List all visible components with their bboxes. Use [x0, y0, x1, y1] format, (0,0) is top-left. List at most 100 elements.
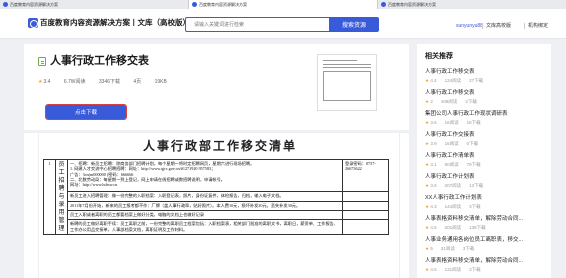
document-reads: 6.7W阅读 — [63, 79, 86, 85]
related-item-title[interactable]: XX人事行政工作计划表 — [425, 194, 482, 202]
table-row: 1 员工招聘与录用管理 一、招聘：新员工招聘：除商务部门招聘计划，每个星期一将时… — [43, 158, 389, 236]
document-meta: ★3.4 6.7W阅读 3346下载 4页 19KB — [38, 78, 179, 86]
item-reads: 144阅读 — [444, 204, 462, 209]
rating-star-icon: ★ — [425, 225, 430, 230]
document-downloads: 3346下载 — [98, 79, 121, 85]
browser-tab-3[interactable]: 百度教育内容资源解决方案 — [378, 0, 566, 9]
item-reads: 16阅读 — [444, 120, 459, 125]
related-item[interactable]: 人事行政工作清单表 ★ 3.1 80阅读 79下载 — [425, 152, 547, 172]
item-downloads: 2下载 — [465, 99, 477, 104]
item-rating: 4.5 — [430, 225, 437, 230]
search-input[interactable] — [185, 17, 329, 32]
rating-star-icon: ★ — [425, 141, 430, 146]
note-cell — [342, 191, 389, 202]
item-reads: 124阅读 — [444, 78, 462, 83]
related-item-title[interactable]: 人事行政工作清单表 — [425, 152, 475, 160]
related-item[interactable]: 人事行政工作计划表 ★ 3.6 207阅读 13下载 — [425, 173, 547, 193]
download-button[interactable]: 点击下载 — [44, 103, 128, 121]
institution-bind-link[interactable]: 机构绑定 — [528, 22, 548, 30]
rating-star-icon: ★ — [425, 162, 430, 167]
rating-star-icon: ★ — [425, 246, 430, 251]
related-item-title[interactable]: 人事表格资料移交清单，解除劳动合同... — [425, 257, 523, 265]
browser-tab-1[interactable]: 百度教育内容资源解决方案 — [0, 0, 188, 9]
table-row: 新聘的员工做好离职手续：员工离职之前，一份完整的离职员工档案包括：入职档案表，相… — [44, 219, 389, 236]
item-rating: 4.4 — [430, 78, 437, 83]
rating-star-icon: ★ — [425, 78, 430, 83]
tab-favicon-icon — [192, 2, 197, 7]
note-cell — [342, 200, 389, 211]
browser-tab-2[interactable]: 百度教育内容资源解决方案 — [188, 0, 378, 9]
related-item[interactable]: 人事业务通用各岗位员工离职表，移交... ★ 5 31阅读 3下载 — [425, 236, 547, 256]
document-pages: 4页 — [133, 79, 142, 85]
item-downloads: 16下载 — [466, 120, 481, 125]
item-downloads: 3下载 — [462, 246, 475, 251]
nav-divider — [524, 23, 525, 29]
nav-divider — [482, 23, 483, 29]
item-rating: 4.5 — [430, 267, 437, 272]
note-cell: 登录密码：0757-26673622 — [342, 158, 389, 193]
item-downloads: 0下载 — [466, 141, 479, 146]
table-cell: 员工入职或者离职的员工都要档案上做好分类，电脑的文档上也做好记录 — [67, 209, 343, 221]
site-logo-text[interactable]: 百度教育内容资源解决方案丨文库（高校版） — [40, 17, 190, 29]
item-downloads: 3下载 — [469, 267, 481, 272]
related-item[interactable]: 人事行政工作交接表 ★ 3.9 16阅读 0下载 — [425, 131, 547, 151]
rating-star-icon: ★ — [38, 79, 43, 85]
search-button[interactable]: 搜索资源 — [329, 17, 379, 32]
item-rating: 3.1 — [430, 162, 437, 167]
table-cell: 一、招聘：新员工招聘：除商务部门招聘计划，每个星期一将时定招聘网页，星期六进行现… — [67, 158, 343, 193]
item-reads: 16阅读 — [444, 141, 459, 146]
related-item[interactable]: 人事表格资料移交清单，解除劳动合同... ★ 4.5 201阅读 138下载 — [425, 215, 547, 235]
related-item-title[interactable]: 人事行政工作交接表 — [425, 131, 475, 139]
tab-favicon-icon — [3, 2, 8, 7]
tab-favicon-icon — [381, 2, 386, 7]
related-item[interactable]: XX人事行政工作计划表 ★ 4.3 144阅读 3下载 — [425, 194, 547, 214]
document-thumbnail[interactable] — [317, 54, 377, 111]
item-reads: 108阅读 — [440, 99, 458, 104]
related-item-title[interactable]: 人事业务通用各岗位员工离职表，移交... — [425, 236, 523, 244]
row-number-cell: 1 — [43, 158, 56, 236]
related-item[interactable]: 人事行政工作移交表 ★ 4.4 124阅读 27下载 — [425, 68, 547, 88]
rating-star-icon: ★ — [425, 267, 430, 272]
document-rating: 3.4 — [43, 79, 51, 85]
related-item[interactable]: 集团公司人事行政工作现状调研表 ★ 3.6 16阅读 16下载 — [425, 110, 547, 130]
item-reads: 201阅读 — [444, 225, 462, 230]
item-rating: 2 — [430, 99, 433, 104]
item-rating: 4.3 — [430, 204, 437, 209]
tab-label: 百度教育内容资源解决方案 — [199, 2, 247, 7]
related-item-title[interactable]: 人事表格资料移交清单，解除劳动合同... — [425, 215, 523, 223]
section-label-cell: 员工招聘与录用管理 — [55, 158, 68, 236]
note-cell — [342, 209, 389, 221]
page-heading: 人事行政部工作移交清单 — [142, 139, 297, 153]
item-downloads: 138下载 — [469, 225, 486, 230]
related-item-title[interactable]: 集团公司人事行政工作现状调研表 — [425, 110, 508, 118]
item-reads: 31阅读 — [440, 246, 455, 251]
item-rating: 5 — [430, 246, 433, 251]
tab-label: 百度教育内容资源解决方案 — [10, 2, 58, 7]
document-title: 人事行政工作移交表 — [50, 55, 149, 67]
table-row: 2011年7月份开始，新来的员工报考都不作：厂牌（盖人事行政章，贴好照片）。本人… — [44, 200, 389, 211]
related-item[interactable]: 人事表格资料移交清单，解除劳动合同... ★ 4.5 131阅读 3下载 — [425, 257, 547, 277]
sidebar-title: 相关推荐 — [425, 53, 453, 60]
item-rating: 3.9 — [430, 141, 437, 146]
document-file-icon — [38, 57, 46, 66]
table-row: 员工入职或者离职的员工都要档案上做好分类，电脑的文档上也做好记录 — [44, 209, 389, 221]
item-reads: 131阅读 — [444, 267, 462, 272]
baidu-logo-icon[interactable] — [28, 18, 38, 28]
item-rating: 3.6 — [430, 120, 437, 125]
user-name-link[interactable]: sunyunyu88 — [456, 22, 483, 30]
item-rating: 3.6 — [430, 183, 437, 188]
related-recommendations: 相关推荐 人事行政工作移交表 ★ 4.4 124阅读 27下载 人事行政工作移交表 … — [417, 44, 551, 278]
table-cell: 新聘的员工做好离职手续：员工离职之前，一份完整的离职员工档案包括：入职档案表，相… — [67, 219, 343, 236]
related-item-title[interactable]: 人事行政工作移交表 — [425, 68, 475, 76]
document-page-preview: 人事行政部工作移交清单 1 员工招聘与录用管理 一、招聘：新员工招聘：除商务部门… — [38, 133, 400, 278]
table-cell: 新员工进入招聘管理：做一份完整的入职档案：入职登记表，照片，身份证复件，体检报告… — [67, 191, 343, 202]
related-item-title[interactable]: 人事行政工作计划表 — [425, 173, 475, 181]
related-item[interactable]: 人事行政工作移交表 ★ 2 108阅读 2下载 — [425, 89, 547, 109]
rating-star-icon: ★ — [425, 204, 430, 209]
item-downloads: 27下载 — [469, 78, 484, 83]
table-row: 新员工进入招聘管理：做一份完整的入职档案：入职登记表，照片，身份证复件，体检报告… — [44, 191, 389, 202]
handover-table: 1 员工招聘与录用管理 一、招聘：新员工招聘：除商务部门招聘计划，每个星期一将时… — [43, 158, 389, 236]
document-panel: 人事行政工作移交表 ★3.4 6.7W阅读 3346下载 4页 19KB 点击下… — [24, 44, 409, 278]
related-item-title[interactable]: 人事行政工作移交表 — [425, 89, 475, 97]
library-link[interactable]: 文库高校版 — [486, 22, 511, 30]
